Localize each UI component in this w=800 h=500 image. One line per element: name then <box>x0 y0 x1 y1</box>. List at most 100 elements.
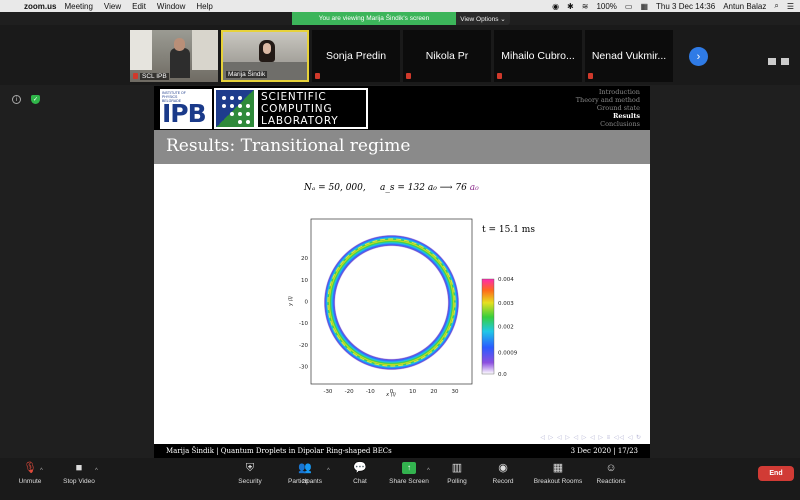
wifi-icon[interactable]: ≋ <box>582 2 589 11</box>
colorbar <box>481 278 495 375</box>
share-screen-label: Share Screen <box>389 478 429 485</box>
view-options-button[interactable]: View Options ⌄ <box>456 12 510 25</box>
bluetooth-icon[interactable]: ✱ <box>567 2 574 11</box>
participants-button[interactable]: 👥28 Participants ^ <box>275 462 335 485</box>
participant-name: Nikola Pr <box>425 50 469 62</box>
reactions-smiley-icon: ☺ <box>605 462 617 474</box>
video-person-head <box>263 43 271 54</box>
beamer-navigation-symbols[interactable]: ◁ ▷ ◁ ▷ ◁ ▷ ◁ ▷ ≡ ◁◁ ◁ ↻ <box>540 434 642 441</box>
video-background <box>192 30 218 70</box>
participant-tile-scl-ipb[interactable]: SCL IPB <box>130 30 218 82</box>
x-tick-label: -30 <box>323 389 332 395</box>
input-flag-icon[interactable]: ▦ <box>640 2 648 11</box>
colorbar-tick-label: 0.002 <box>498 325 514 331</box>
chat-bubble-icon: 💬 <box>353 462 367 474</box>
video-person <box>170 48 190 78</box>
unmute-label: Unmute <box>18 478 42 485</box>
muted-mic-icon <box>133 73 138 79</box>
polling-chart-icon: ▥ <box>451 462 463 474</box>
zoom-status-icon[interactable]: ◉ <box>552 2 559 11</box>
breakout-rooms-icon: ▦ <box>552 462 564 474</box>
end-meeting-button[interactable]: End <box>758 466 794 481</box>
meeting-info-icon[interactable]: i <box>12 95 21 104</box>
participant-strip: SCL IPB Marija Šindik Sonja Predin Nikol… <box>0 25 800 85</box>
record-icon: ◉ <box>498 462 508 474</box>
colorbar-tick-label: 0.003 <box>498 301 514 307</box>
user-name[interactable]: Antun Balaz <box>723 2 766 11</box>
muted-mic-icon <box>588 73 593 79</box>
breakout-rooms-label: Breakout Rooms <box>533 478 583 485</box>
y-tick-label: -30 <box>299 365 308 371</box>
participant-tile-mihailo[interactable]: Mihailo Cubro... <box>494 30 582 82</box>
colorbar-ticks: 0.004 0.003 0.002 0.0009 0.0 <box>498 277 518 378</box>
x-tick-label: -10 <box>366 389 375 395</box>
density-ring <box>323 234 460 371</box>
share-screen-icon: ↑ <box>402 462 416 474</box>
x-tick-label: 10 <box>409 389 416 395</box>
density-ring-band <box>323 234 460 371</box>
battery-level[interactable]: 100% <box>596 2 616 11</box>
battery-icon: ▭ <box>624 1 633 11</box>
footer-author-title: Marija Šindik | Quantum Droplets in Dipo… <box>166 447 392 455</box>
audio-options-caret-icon[interactable]: ^ <box>40 468 43 474</box>
slide-footer: Marija Šindik | Quantum Droplets in Dipo… <box>154 444 650 458</box>
y-tick-label: 0 <box>305 300 309 306</box>
next-page-arrow-icon[interactable]: › <box>689 47 708 66</box>
encryption-shield-icon[interactable]: ✓ <box>31 95 40 104</box>
participant-tile-marija[interactable]: Marija Šindik <box>221 30 309 82</box>
reactions-button[interactable]: ☺ Reactions <box>581 462 641 485</box>
video-background <box>130 30 152 70</box>
participant-tile-sonja[interactable]: Sonja Predin <box>312 30 400 82</box>
colorbar-tick-label: 0.0 <box>498 372 507 378</box>
participants-label: Participants <box>288 478 322 485</box>
video-options-caret-icon[interactable]: ^ <box>95 468 98 474</box>
record-label: Record <box>492 478 514 485</box>
polling-label: Polling <box>447 478 467 485</box>
muted-mic-icon: 🎙 <box>23 462 37 474</box>
search-icon[interactable]: ⌕ <box>774 1 778 11</box>
participants-icon: 👥28 <box>298 462 312 485</box>
menu-view[interactable]: View <box>104 2 121 11</box>
colorbar-tick-label: 0.004 <box>498 277 514 283</box>
shared-screen-slide: INSTITUTE OF PHYSICS BELGRADE IPB SCIENT… <box>154 86 650 458</box>
muted-mic-icon <box>406 73 411 79</box>
security-label: Security <box>238 478 262 485</box>
participant-name: Mihailo Cubro... <box>501 50 575 62</box>
video-camera-icon: ■ <box>75 462 83 474</box>
participant-name: Sonja Predin <box>325 50 387 62</box>
x-tick-label: 30 <box>452 389 459 395</box>
density-plot: -30 -20 -10 0 10 20 30 -30 -20 -10 0 10 20 x (l) y … <box>288 218 518 398</box>
app-menu[interactable]: zoom.us <box>24 2 56 11</box>
menu-meeting[interactable]: Meeting <box>64 2 92 11</box>
security-shield-icon: ⛨ <box>245 462 255 474</box>
speaker-view-icon[interactable] <box>781 58 789 65</box>
control-center-icon[interactable]: ☰ <box>787 2 794 11</box>
video-person-head <box>174 38 185 51</box>
y-tick-label: 20 <box>301 256 308 262</box>
record-button[interactable]: ◉ Record <box>473 462 533 485</box>
clock[interactable]: Thu 3 Dec 14:36 <box>656 2 715 11</box>
menu-edit[interactable]: Edit <box>132 2 146 11</box>
menu-window[interactable]: Window <box>157 2 185 11</box>
footer-date-page: 3 Dec 2020 | 17/23 <box>570 447 638 455</box>
x-axis-label: x (l) <box>385 392 396 398</box>
meeting-toolbar: 🎙 Unmute ^ ■ Stop Video ^ ⛨ Security 👥28… <box>0 458 800 500</box>
stop-video-label: Stop Video <box>63 478 95 485</box>
participant-tile-nenad[interactable]: Nenad Vukmir... <box>585 30 673 82</box>
y-tick-label: -10 <box>299 321 308 327</box>
minimize-strip-icon[interactable] <box>768 58 776 65</box>
time-label: t = 15.1 ms <box>482 225 535 235</box>
participant-tile-nikola[interactable]: Nikola Pr <box>403 30 491 82</box>
stop-video-button[interactable]: ■ Stop Video ^ <box>49 462 109 485</box>
x-tick-label: -20 <box>345 389 354 395</box>
gallery-view-controls <box>768 58 789 65</box>
x-tick-label: 20 <box>430 389 437 395</box>
security-button[interactable]: ⛨ Security <box>220 462 280 485</box>
breakout-rooms-button[interactable]: ▦ Breakout Rooms <box>528 462 588 485</box>
mac-menu-bar: zoom.us Meeting View Edit Window Help ◉ … <box>0 0 800 12</box>
muted-mic-icon <box>497 73 502 79</box>
y-tick-label: 10 <box>301 278 308 284</box>
chat-label: Chat <box>353 478 367 485</box>
y-tick-label: -20 <box>299 343 308 349</box>
menu-help[interactable]: Help <box>196 2 212 11</box>
